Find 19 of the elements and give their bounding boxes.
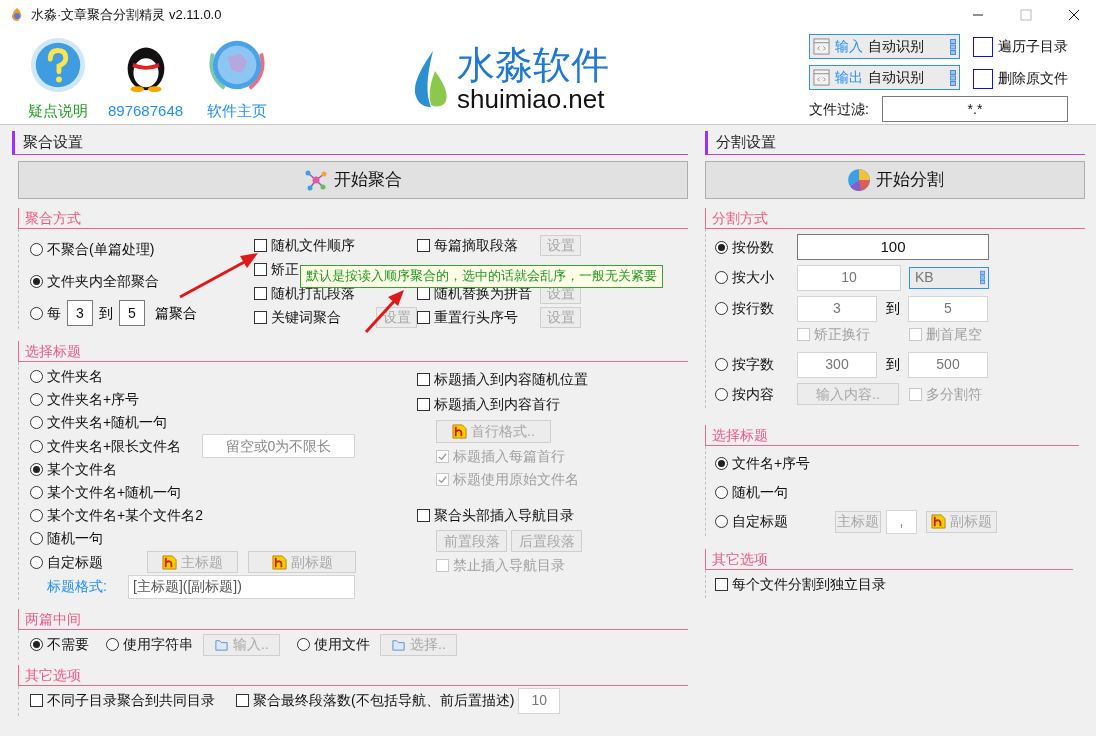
format-label: 标题格式:	[47, 577, 108, 597]
logo-domain: shuimiao.net	[457, 86, 606, 112]
section-title: 其它选项	[18, 664, 688, 686]
section-title: 选择标题	[18, 341, 688, 362]
section-title: 选择标题	[705, 425, 1079, 446]
logo-title: 水淼软件	[457, 46, 610, 84]
section-title: 两篇中间	[18, 608, 688, 630]
to-label: 到	[884, 355, 901, 374]
filter-label: 文件过滤:	[809, 99, 869, 119]
tooltip: 默认是按读入顺序聚合的，选中的话就会乱序，一般无关紧要	[300, 265, 663, 288]
to-label: 到	[884, 299, 901, 318]
section-title: 其它选项	[705, 549, 1073, 570]
suffix-label: 篇聚合	[155, 303, 197, 323]
panel-header: 聚合设置	[12, 131, 688, 155]
panel-header: 分割设置	[705, 131, 1085, 155]
section-title: 聚合方式	[18, 208, 688, 229]
section-title: 分割方式	[705, 208, 1085, 229]
window-title: 水淼·文章聚合分割精灵 v2.11.0.0	[31, 6, 222, 25]
to-label: 到	[99, 303, 113, 323]
